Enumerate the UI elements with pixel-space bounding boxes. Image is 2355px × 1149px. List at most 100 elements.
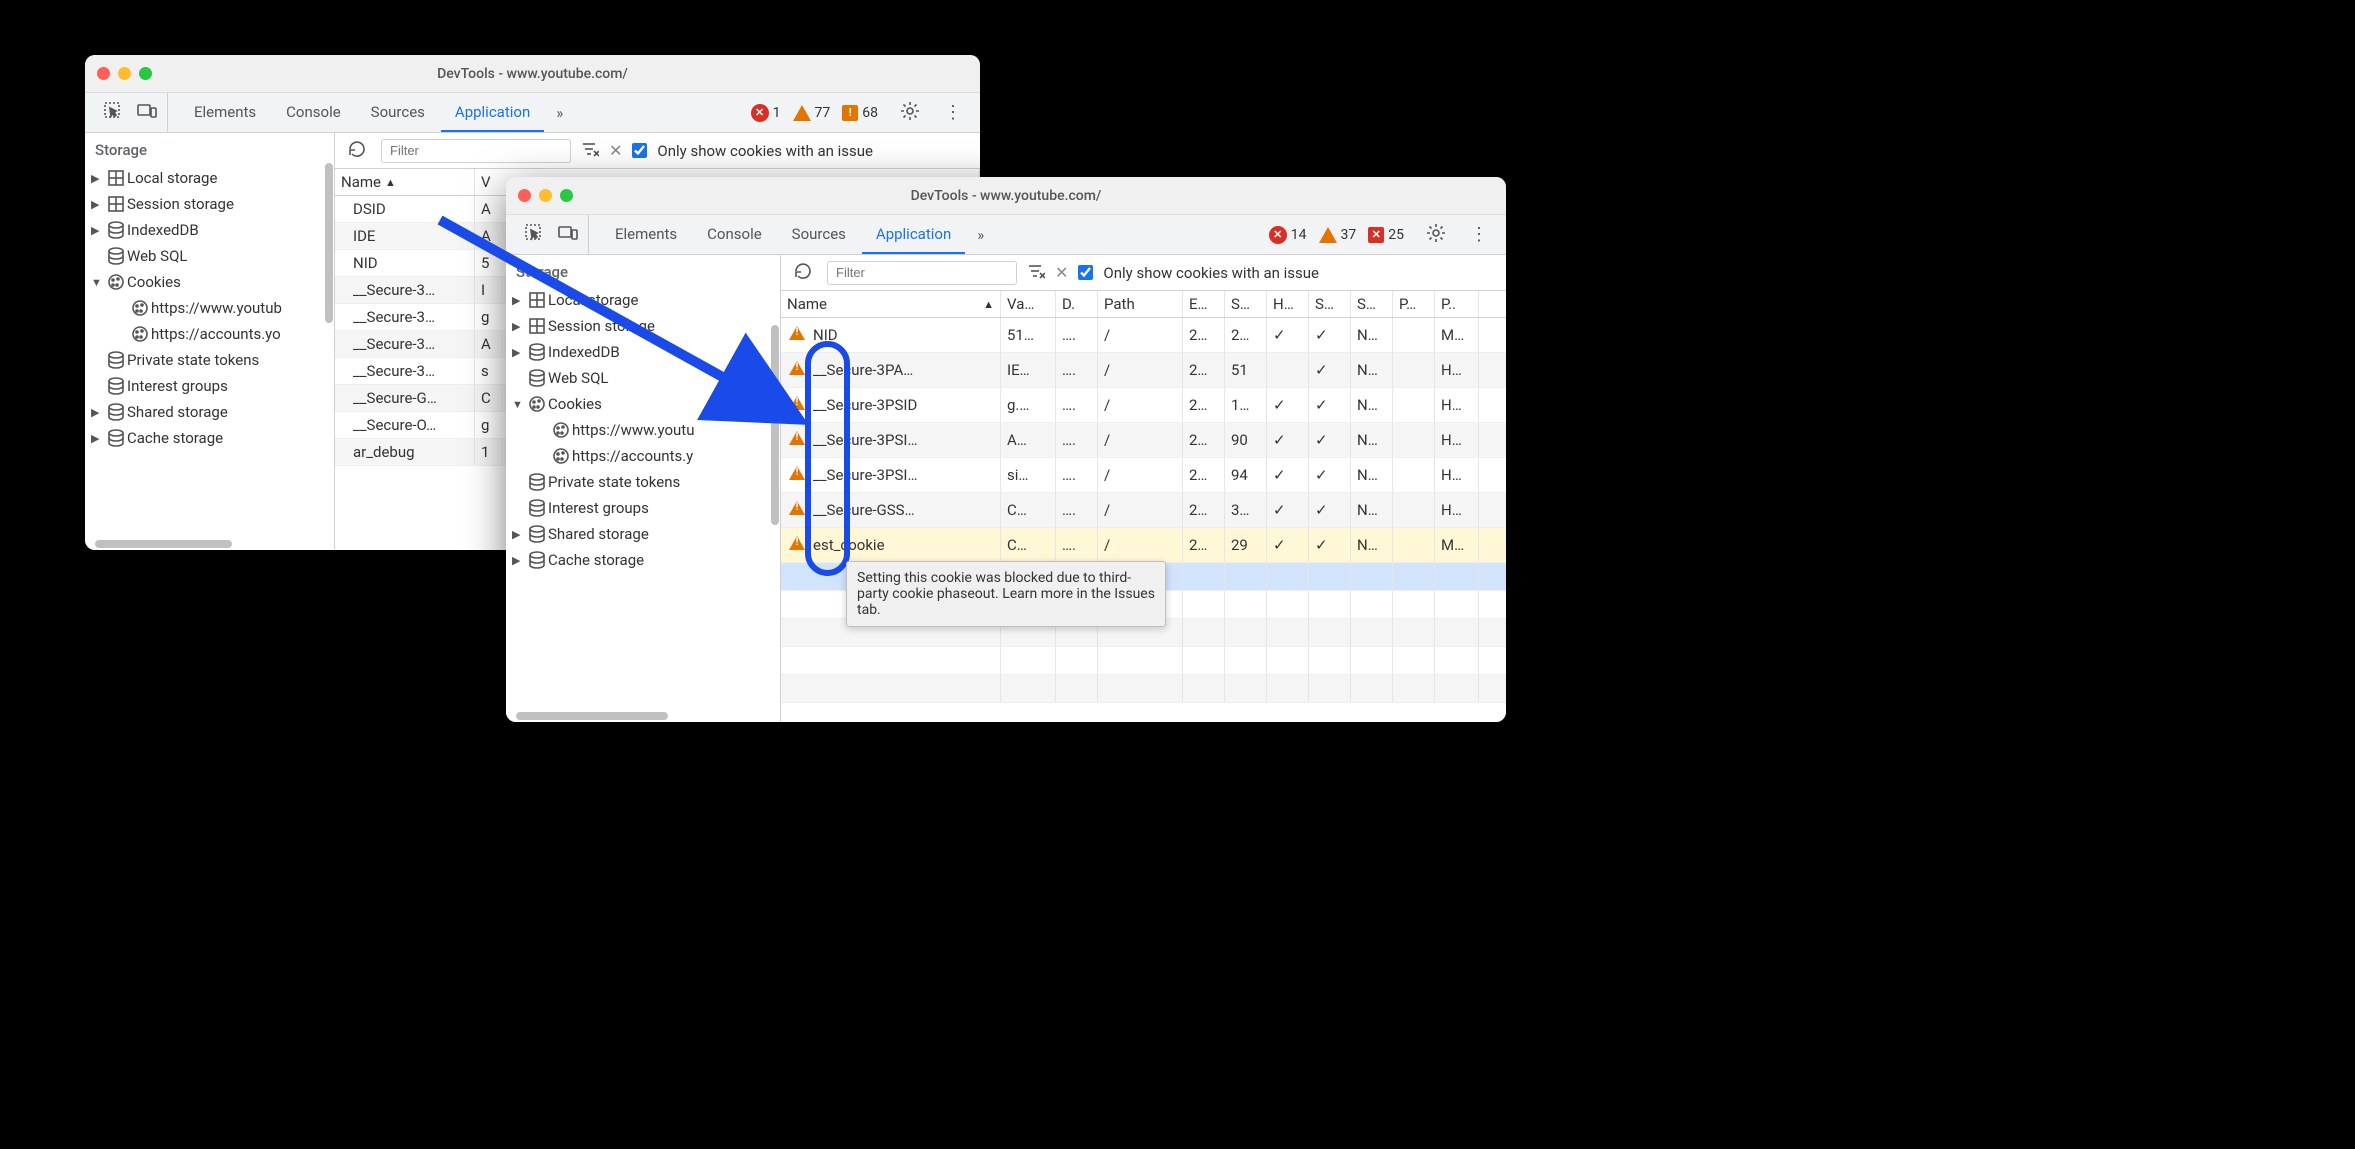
- titlebar[interactable]: DevTools - www.youtube.com/: [85, 55, 980, 93]
- sidebar-cache-storage[interactable]: Cache storage: [506, 547, 780, 573]
- tab-sources[interactable]: Sources: [778, 215, 860, 254]
- table-row[interactable]: __Secure-GSS…C……./2…3…✓✓N…H…: [781, 493, 1506, 528]
- traffic-lights[interactable]: [518, 189, 573, 202]
- table-row[interactable]: est_cookieC……./2…29✓✓N…M…: [781, 528, 1506, 563]
- titlebar[interactable]: DevTools - www.youtube.com/: [506, 177, 1506, 215]
- inspect-icon[interactable]: [524, 223, 544, 247]
- tab-application[interactable]: Application: [862, 215, 965, 254]
- blocked-counter[interactable]: ✕ 25: [1368, 227, 1404, 243]
- sidebar-cookies[interactable]: Cookies: [85, 269, 334, 295]
- col-size[interactable]: S…: [1225, 291, 1267, 317]
- sidebar-scrollbar[interactable]: [325, 163, 333, 323]
- cell-domain: ….: [1056, 318, 1098, 352]
- refresh-icon[interactable]: [789, 261, 817, 285]
- sidebar-cookie-origin[interactable]: https://accounts.yo: [85, 321, 334, 347]
- only-issues-checkbox[interactable]: [632, 143, 647, 158]
- more-tabs-chevron-icon[interactable]: »: [546, 104, 573, 122]
- col-domain[interactable]: D.: [1056, 291, 1098, 317]
- clear-all-icon[interactable]: ✕: [1055, 263, 1068, 282]
- filter-input[interactable]: [381, 139, 571, 163]
- devtools-tabstrip: Elements Console Sources Application » ✕…: [506, 215, 1506, 255]
- col-httponly[interactable]: H…: [1267, 291, 1309, 317]
- sidebar-local-storage[interactable]: Local storage: [506, 287, 780, 313]
- col-secure[interactable]: S…: [1309, 291, 1351, 317]
- error-counter[interactable]: ✕ 1: [751, 104, 781, 122]
- cell-value: 51…: [1001, 318, 1056, 352]
- more-tabs-chevron-icon[interactable]: »: [967, 226, 994, 244]
- sidebar-cookie-origin[interactable]: https://www.youtub: [85, 295, 334, 321]
- cell-name: __Secure-3PSI…: [781, 423, 1001, 457]
- sidebar-shared-storage[interactable]: Shared storage: [506, 521, 780, 547]
- device-toggle-icon[interactable]: [558, 223, 578, 247]
- sidebar-session-storage[interactable]: Session storage: [506, 313, 780, 339]
- blocked-icon: ✕: [1368, 227, 1384, 243]
- col-partition[interactable]: P…: [1393, 291, 1435, 317]
- tab-elements[interactable]: Elements: [180, 93, 270, 132]
- sidebar-interest-groups[interactable]: Interest groups: [85, 373, 334, 399]
- sidebar-websql[interactable]: Web SQL: [85, 243, 334, 269]
- kebab-menu-icon[interactable]: ⋮: [934, 102, 972, 123]
- sidebar-cookie-origin[interactable]: https://www.youtu: [506, 417, 780, 443]
- warning-counter[interactable]: 77: [793, 105, 831, 121]
- clear-filter-icon[interactable]: [1027, 262, 1045, 284]
- cookies-table[interactable]: Name▲ Va… D. Path E… S… H… S… S… P… P.. …: [781, 291, 1506, 722]
- zoom-button[interactable]: [560, 189, 573, 202]
- clear-all-icon[interactable]: ✕: [609, 141, 622, 160]
- close-button[interactable]: [97, 67, 110, 80]
- minimize-button[interactable]: [118, 67, 131, 80]
- tab-elements[interactable]: Elements: [601, 215, 691, 254]
- sidebar-cache-storage[interactable]: Cache storage: [85, 425, 334, 451]
- clear-filter-icon[interactable]: [581, 140, 599, 162]
- tab-console[interactable]: Console: [693, 215, 776, 254]
- device-toggle-icon[interactable]: [137, 101, 157, 125]
- settings-gear-icon[interactable]: [1416, 223, 1456, 247]
- sidebar-indexeddb[interactable]: IndexedDB: [85, 217, 334, 243]
- zoom-button[interactable]: [139, 67, 152, 80]
- cell-domain: ….: [1056, 493, 1098, 527]
- sidebar-indexeddb[interactable]: IndexedDB: [506, 339, 780, 365]
- col-path[interactable]: Path: [1098, 291, 1183, 317]
- col-name[interactable]: Name▲: [781, 291, 1001, 317]
- col-expires[interactable]: E…: [1183, 291, 1225, 317]
- cell-path: /: [1098, 528, 1183, 562]
- sidebar-websql[interactable]: Web SQL: [506, 365, 780, 391]
- tab-console[interactable]: Console: [272, 93, 355, 132]
- sidebar-private-tokens[interactable]: Private state tokens: [506, 469, 780, 495]
- table-row[interactable]: NID51……./2…2…✓✓N…M…: [781, 318, 1506, 353]
- sidebar-session-storage[interactable]: Session storage: [85, 191, 334, 217]
- sidebar-interest-groups[interactable]: Interest groups: [506, 495, 780, 521]
- tab-sources[interactable]: Sources: [357, 93, 439, 132]
- tab-application[interactable]: Application: [441, 93, 544, 132]
- cell-secure: ✓: [1309, 528, 1351, 562]
- sidebar-shared-storage[interactable]: Shared storage: [85, 399, 334, 425]
- inspect-icon[interactable]: [103, 101, 123, 125]
- error-counter[interactable]: ✕ 14: [1269, 226, 1307, 244]
- kebab-menu-icon[interactable]: ⋮: [1460, 224, 1498, 245]
- cell-name: est_cookie: [781, 528, 1001, 562]
- table-row[interactable]: __Secure-3PSI…si……./2…94✓✓N…H…: [781, 458, 1506, 493]
- only-issues-checkbox[interactable]: [1078, 265, 1093, 280]
- col-name[interactable]: Name▲: [335, 169, 475, 195]
- col-value[interactable]: Va…: [1001, 291, 1056, 317]
- sidebar-cookies[interactable]: Cookies: [506, 391, 780, 417]
- col-priority[interactable]: P..: [1435, 291, 1479, 317]
- col-samesite[interactable]: S…: [1351, 291, 1393, 317]
- filter-input[interactable]: [827, 261, 1017, 285]
- sidebar-private-tokens[interactable]: Private state tokens: [85, 347, 334, 373]
- table-row[interactable]: __Secure-3PSIDg.……./2…1…✓✓N…H…: [781, 388, 1506, 423]
- warning-counter[interactable]: 37: [1319, 227, 1357, 243]
- info-counter[interactable]: ! 68: [842, 105, 878, 121]
- sidebar-scrollbar[interactable]: [771, 325, 779, 525]
- sidebar-cookie-origin[interactable]: https://accounts.y: [506, 443, 780, 469]
- table-row[interactable]: __Secure-3PSI…A……./2…90✓✓N…H…: [781, 423, 1506, 458]
- close-button[interactable]: [518, 189, 531, 202]
- settings-gear-icon[interactable]: [890, 101, 930, 125]
- minimize-button[interactable]: [539, 189, 552, 202]
- table-row[interactable]: __Secure-3PA…IE……./2…51✓N…H…: [781, 353, 1506, 388]
- sidebar-hscroll[interactable]: [95, 540, 324, 548]
- traffic-lights[interactable]: [97, 67, 152, 80]
- sidebar-hscroll[interactable]: [516, 712, 770, 720]
- cell-value: C…: [1001, 528, 1056, 562]
- sidebar-local-storage[interactable]: Local storage: [85, 165, 334, 191]
- refresh-icon[interactable]: [343, 139, 371, 163]
